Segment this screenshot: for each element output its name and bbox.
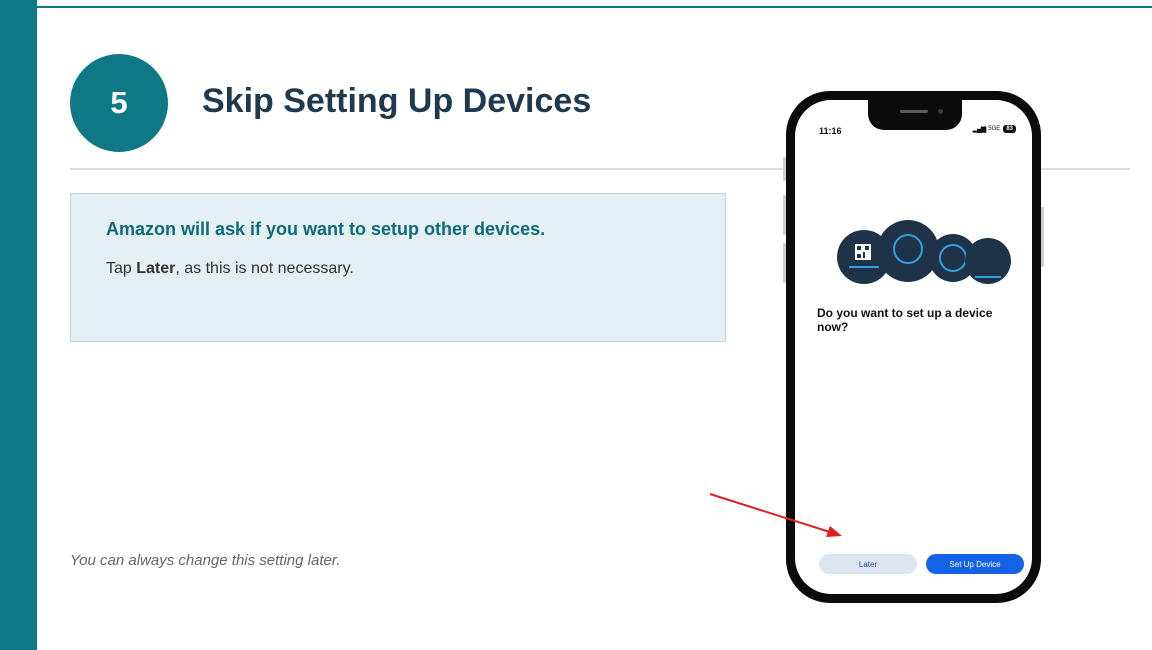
info-body-prefix: Tap bbox=[106, 260, 137, 277]
battery-icon: 83 bbox=[1003, 125, 1016, 133]
info-heading: Amazon will ask if you want to setup oth… bbox=[106, 219, 546, 239]
status-time: 11:16 bbox=[819, 126, 842, 136]
setup-prompt: Do you want to set up a device now? bbox=[817, 306, 993, 335]
light-ring bbox=[893, 234, 923, 264]
accent-sidebar bbox=[0, 0, 37, 650]
top-rule bbox=[37, 6, 1152, 8]
phone-mockup: 11:16 ▂▄▆ 5GE 83 Do you want to set up a… bbox=[783, 91, 1044, 603]
info-box: Amazon will ask if you want to setup oth… bbox=[70, 193, 726, 342]
light-bar bbox=[975, 276, 1001, 278]
info-body: Tap Later, as this is not necessary. bbox=[106, 260, 725, 278]
phone-volume-up bbox=[783, 195, 786, 235]
speaker-grille bbox=[900, 110, 928, 113]
echo-device bbox=[965, 238, 1011, 284]
echo-devices-illustration bbox=[837, 220, 1017, 284]
signal-icon: ▂▄▆ bbox=[972, 126, 987, 133]
light-ring bbox=[939, 244, 967, 272]
phone-power-button bbox=[1041, 207, 1044, 267]
phone-mute-switch bbox=[783, 157, 786, 181]
footnote: You can always change this setting later… bbox=[70, 552, 341, 569]
phone-volume-down bbox=[783, 243, 786, 283]
step-number-badge: 5 bbox=[70, 54, 168, 152]
info-body-bold: Later bbox=[136, 260, 176, 277]
slide-title: Skip Setting Up Devices bbox=[202, 82, 592, 120]
later-button[interactable]: Later bbox=[819, 554, 917, 574]
phone-screen: 11:16 ▂▄▆ 5GE 83 Do you want to set up a… bbox=[795, 100, 1032, 594]
phone-notch bbox=[868, 100, 962, 130]
front-camera bbox=[938, 109, 943, 114]
set-up-device-button[interactable]: Set Up Device bbox=[926, 554, 1024, 574]
status-indicators: ▂▄▆ 5GE 83 bbox=[973, 125, 1016, 133]
info-body-suffix: , as this is not necessary. bbox=[175, 260, 354, 277]
network-label: 5GE bbox=[988, 126, 1001, 132]
step-number: 5 bbox=[110, 85, 128, 120]
